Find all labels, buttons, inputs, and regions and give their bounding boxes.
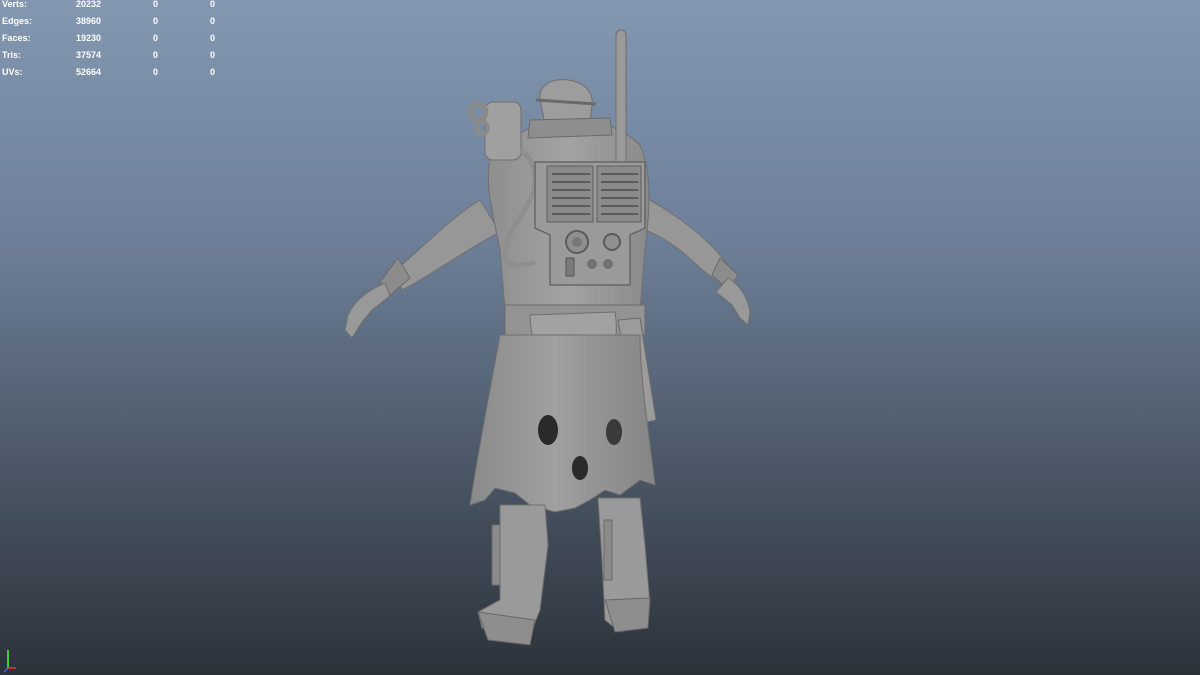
axis-gizmo	[3, 650, 16, 673]
left-arm	[344, 199, 501, 339]
right-leg	[597, 497, 651, 633]
backpack-radio	[534, 161, 646, 286]
antenna	[615, 29, 627, 171]
3d-viewport[interactable]: Verts: 20232 0 0 Edges: 38960 0 0 Faces:…	[0, 0, 1200, 675]
character-model[interactable]	[0, 0, 1200, 675]
coat-skirt	[469, 334, 656, 513]
left-leg	[477, 504, 549, 646]
right-arm	[639, 194, 751, 326]
head	[527, 79, 613, 139]
